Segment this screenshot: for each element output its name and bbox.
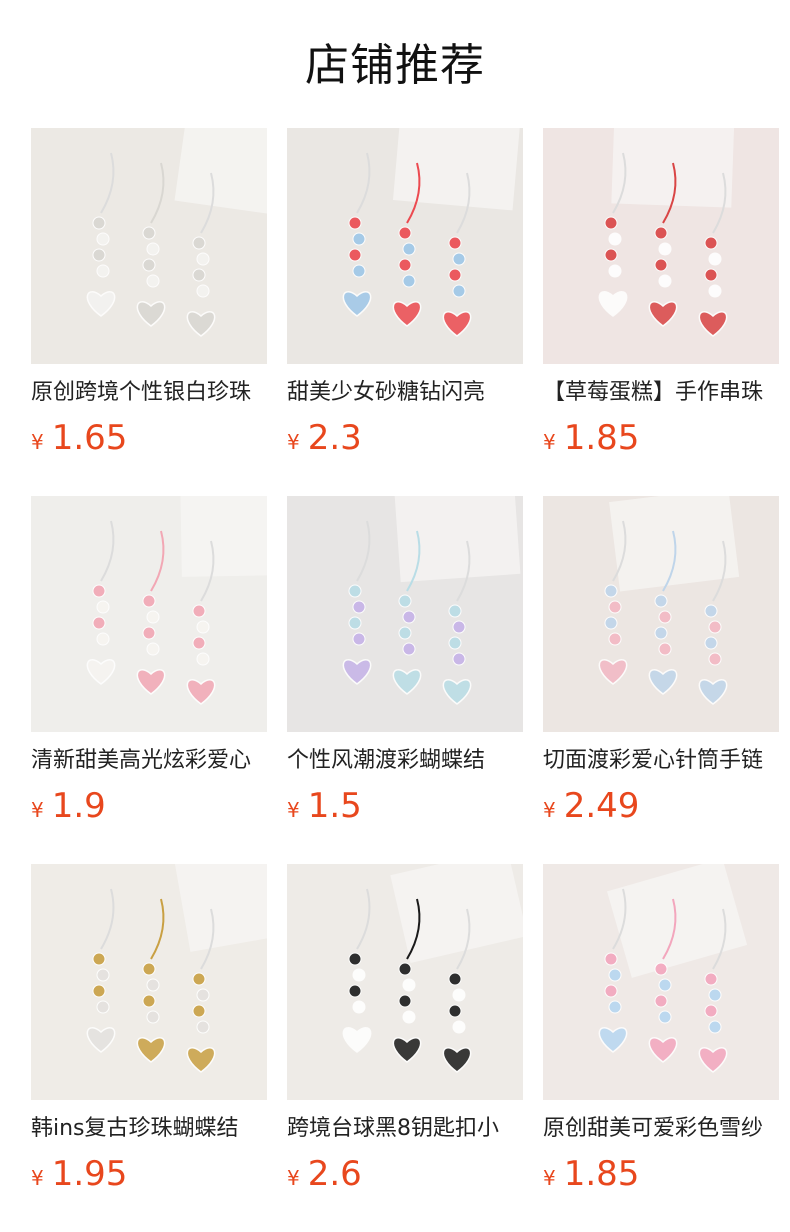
- price-amount: 2.3: [307, 418, 362, 458]
- currency-symbol: ¥: [287, 1166, 300, 1190]
- store-recommendations-page: 店铺推荐 原创跨境个性银白珍珠 ¥1.65 甜美少女砂糖钻闪亮 ¥2.3 【草莓蛋糕】手…: [0, 0, 790, 1232]
- price-amount: 1.95: [51, 1154, 128, 1194]
- product-card[interactable]: 个性风潮渡彩蝴蝶结 ¥1.5: [287, 496, 523, 864]
- price-amount: 1.5: [307, 786, 362, 826]
- product-image[interactable]: [31, 128, 267, 364]
- product-image[interactable]: [287, 496, 523, 732]
- product-title[interactable]: 切面渡彩爱心针筒手链: [543, 746, 779, 776]
- product-image[interactable]: [543, 496, 779, 732]
- product-image[interactable]: [31, 864, 267, 1100]
- price-amount: 2.6: [307, 1154, 362, 1194]
- product-price: ¥1.65: [31, 418, 267, 458]
- product-image[interactable]: [543, 128, 779, 364]
- product-card[interactable]: 切面渡彩爱心针筒手链 ¥2.49: [543, 496, 779, 864]
- section-header: 店铺推荐: [0, 0, 790, 128]
- price-amount: 1.9: [51, 786, 106, 826]
- product-grid: 原创跨境个性银白珍珠 ¥1.65 甜美少女砂糖钻闪亮 ¥2.3 【草莓蛋糕】手作串珠 ¥1…: [31, 128, 790, 1232]
- product-price: ¥2.49: [543, 786, 779, 826]
- product-card[interactable]: 韩ins复古珍珠蝴蝶结 ¥1.95: [31, 864, 267, 1232]
- product-price: ¥1.85: [543, 1154, 779, 1194]
- currency-symbol: ¥: [543, 1166, 556, 1190]
- price-amount: 1.85: [563, 418, 640, 458]
- product-image[interactable]: [287, 128, 523, 364]
- product-card[interactable]: 【草莓蛋糕】手作串珠 ¥1.85: [543, 128, 779, 496]
- product-title[interactable]: 清新甜美高光炫彩爱心: [31, 746, 267, 776]
- product-price: ¥1.85: [543, 418, 779, 458]
- price-amount: 2.49: [563, 786, 640, 826]
- currency-symbol: ¥: [287, 430, 300, 454]
- product-price: ¥2.3: [287, 418, 523, 458]
- currency-symbol: ¥: [287, 798, 300, 822]
- currency-symbol: ¥: [543, 430, 556, 454]
- product-price: ¥2.6: [287, 1154, 523, 1194]
- product-price: ¥1.95: [31, 1154, 267, 1194]
- product-title[interactable]: 韩ins复古珍珠蝴蝶结: [31, 1114, 267, 1144]
- section-title: 店铺推荐: [305, 40, 485, 91]
- product-image[interactable]: [287, 864, 523, 1100]
- product-title[interactable]: 原创甜美可爱彩色雪纱: [543, 1114, 779, 1144]
- currency-symbol: ¥: [543, 798, 556, 822]
- product-card[interactable]: 跨境台球黑8钥匙扣小 ¥2.6: [287, 864, 523, 1232]
- product-title[interactable]: 【草莓蛋糕】手作串珠: [543, 378, 779, 408]
- product-title[interactable]: 跨境台球黑8钥匙扣小: [287, 1114, 523, 1144]
- product-card[interactable]: 甜美少女砂糖钻闪亮 ¥2.3: [287, 128, 523, 496]
- product-title[interactable]: 个性风潮渡彩蝴蝶结: [287, 746, 523, 776]
- price-amount: 1.85: [563, 1154, 640, 1194]
- product-card[interactable]: 原创甜美可爱彩色雪纱 ¥1.85: [543, 864, 779, 1232]
- product-card[interactable]: 原创跨境个性银白珍珠 ¥1.65: [31, 128, 267, 496]
- currency-symbol: ¥: [31, 430, 44, 454]
- currency-symbol: ¥: [31, 798, 44, 822]
- product-image[interactable]: [31, 496, 267, 732]
- product-card[interactable]: 清新甜美高光炫彩爱心 ¥1.9: [31, 496, 267, 864]
- currency-symbol: ¥: [31, 1166, 44, 1190]
- product-title[interactable]: 甜美少女砂糖钻闪亮: [287, 378, 523, 408]
- product-title[interactable]: 原创跨境个性银白珍珠: [31, 378, 267, 408]
- product-image[interactable]: [543, 864, 779, 1100]
- product-price: ¥1.9: [31, 786, 267, 826]
- price-amount: 1.65: [51, 418, 128, 458]
- product-price: ¥1.5: [287, 786, 523, 826]
